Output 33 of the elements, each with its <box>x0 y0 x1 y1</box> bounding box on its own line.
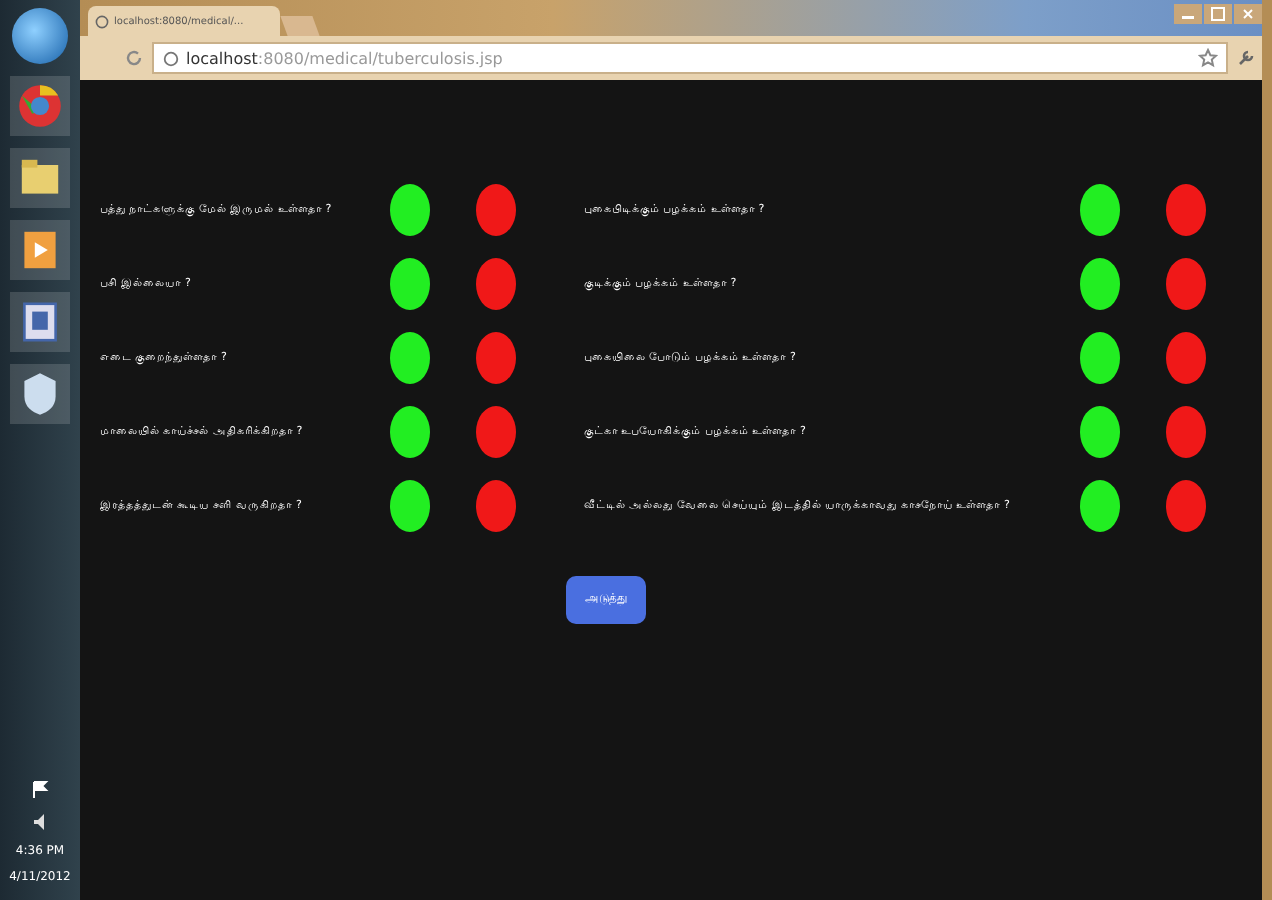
no-button[interactable] <box>476 406 516 458</box>
no-button[interactable] <box>1166 258 1206 310</box>
yes-button[interactable] <box>390 258 430 310</box>
yes-button[interactable] <box>1080 332 1120 384</box>
page-icon <box>94 13 110 29</box>
yes-button[interactable] <box>390 332 430 384</box>
yes-button[interactable] <box>390 406 430 458</box>
no-button[interactable] <box>1166 184 1206 236</box>
no-button[interactable] <box>1166 332 1206 384</box>
no-button[interactable] <box>1166 406 1206 458</box>
media-player-icon[interactable] <box>10 220 70 280</box>
yes-button[interactable] <box>1080 406 1120 458</box>
document-icon[interactable] <box>10 292 70 352</box>
no-button[interactable] <box>476 184 516 236</box>
yes-button[interactable] <box>1080 184 1120 236</box>
wrench-icon[interactable] <box>1236 48 1256 68</box>
star-icon[interactable] <box>1198 48 1218 68</box>
no-button[interactable] <box>476 258 516 310</box>
speaker-icon[interactable] <box>30 812 50 832</box>
yes-button[interactable] <box>1080 480 1120 532</box>
folder-icon[interactable] <box>10 148 70 208</box>
flag-icon[interactable] <box>30 780 50 800</box>
no-button[interactable] <box>476 332 516 384</box>
yes-button[interactable] <box>390 184 430 236</box>
yes-button[interactable] <box>1080 258 1120 310</box>
address-bar[interactable]: localhost:8080/medical/tuberculosis.jsp <box>152 42 1228 74</box>
no-button[interactable] <box>1166 480 1206 532</box>
yes-button[interactable] <box>390 480 430 532</box>
start-button[interactable] <box>12 8 68 64</box>
page-icon <box>162 49 180 67</box>
no-button[interactable] <box>476 480 516 532</box>
shield-icon[interactable] <box>10 364 70 424</box>
browser-icon[interactable] <box>10 76 70 136</box>
